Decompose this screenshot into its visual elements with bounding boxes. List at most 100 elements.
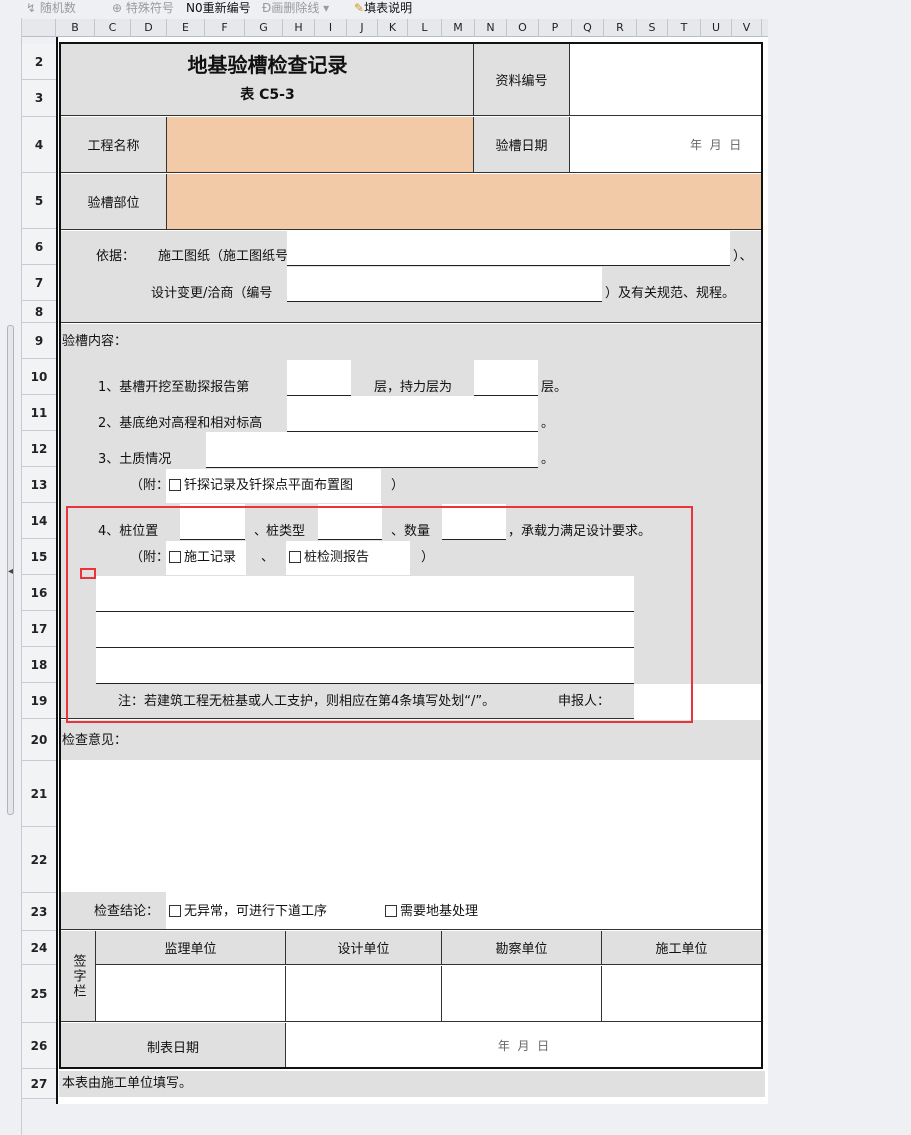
row-header-27[interactable]: 27	[22, 1069, 56, 1099]
column-header-J[interactable]: J	[347, 19, 378, 37]
sign-field-2[interactable]	[286, 966, 442, 1022]
row-header-17[interactable]: 17	[22, 611, 56, 647]
row-header-13[interactable]: 13	[22, 467, 56, 503]
column-header-Q[interactable]: Q	[572, 19, 604, 37]
drawing-number-underline	[287, 265, 730, 266]
row-header-9[interactable]: 9	[22, 323, 56, 359]
item3-text: 3、土质情况	[98, 452, 172, 467]
report-layer-field[interactable]	[287, 360, 351, 395]
attach2a-wrap[interactable]: 施工记录	[169, 550, 236, 566]
renumber-button[interactable]: N0重新编号	[186, 0, 251, 16]
row-header-19[interactable]: 19	[22, 683, 56, 719]
column-header-I[interactable]: I	[315, 19, 347, 37]
column-header-M[interactable]: M	[442, 19, 475, 37]
need-treatment-checkbox[interactable]	[385, 905, 397, 917]
row-header-10[interactable]: 10	[22, 359, 56, 395]
pile-position-underline	[180, 539, 245, 540]
row-header-5[interactable]: 5	[22, 173, 56, 229]
pile-type-field[interactable]	[318, 504, 382, 539]
row-header-8[interactable]: 8	[22, 301, 56, 323]
attach1-checkbox[interactable]	[169, 479, 181, 491]
random-number-button[interactable]: ↯ 随机数	[26, 0, 76, 16]
row-header-6[interactable]: 6	[22, 229, 56, 265]
sign-field-1[interactable]	[96, 966, 286, 1022]
row-header-4[interactable]: 4	[22, 117, 56, 173]
column-header-K[interactable]: K	[378, 19, 408, 37]
drawing-number-field[interactable]	[287, 231, 730, 265]
column-header-N[interactable]: N	[475, 19, 507, 37]
column-header-O[interactable]: O	[507, 19, 539, 37]
row-header-23[interactable]: 23	[22, 893, 56, 931]
column-header-V[interactable]: V	[732, 19, 762, 37]
pile-test-report-checkbox[interactable]	[289, 551, 301, 563]
item2-text: 2、基底绝对高程和相对标高	[98, 416, 263, 431]
row-header-16[interactable]: 16	[22, 575, 56, 611]
row-header-22[interactable]: 22	[22, 827, 56, 893]
applicant-field[interactable]	[634, 684, 761, 719]
sign-field-3[interactable]	[442, 966, 602, 1022]
notes-line-3	[96, 683, 634, 684]
collapse-arrow-icon[interactable]: ◂	[8, 566, 13, 577]
notes-line-1	[96, 611, 634, 612]
sign-header-4: 施工单位	[602, 931, 761, 965]
item1-bearing-label: 层，持力层为	[374, 380, 453, 395]
opinion-field[interactable]	[61, 760, 761, 891]
pile-notes-area[interactable]	[96, 576, 634, 683]
design-change-label: 设计变更/洽商（编号	[151, 286, 273, 301]
column-header-H[interactable]: H	[283, 19, 315, 37]
row-header-14[interactable]: 14	[22, 503, 56, 539]
pile-position-field[interactable]	[180, 504, 245, 539]
elevation-field[interactable]	[287, 396, 538, 431]
row-header-7[interactable]: 7	[22, 265, 56, 301]
conclusion-opt1-wrap[interactable]: 无异常，可进行下道工序	[169, 904, 327, 920]
fill-instructions-button[interactable]: ✎填表说明	[354, 0, 412, 16]
column-header-T[interactable]: T	[668, 19, 701, 37]
no-anomaly-checkbox[interactable]	[169, 905, 181, 917]
row-header-21[interactable]: 21	[22, 761, 56, 827]
soil-condition-field[interactable]	[206, 432, 538, 467]
attach1-checkbox-wrap[interactable]: 钎探记录及钎探点平面布置图	[169, 478, 353, 494]
column-header-E[interactable]: E	[167, 19, 205, 37]
column-header-C[interactable]: C	[95, 19, 131, 37]
row-header-3[interactable]: 3	[22, 80, 56, 117]
column-header-F[interactable]: F	[205, 19, 245, 37]
check-part-field[interactable]	[167, 174, 761, 230]
toolbar: ↯ 随机数 ⊕ 特殊符号 N0重新编号 Ð画删除线 ▾ ✎填表说明	[0, 0, 911, 18]
row-header-18[interactable]: 18	[22, 647, 56, 683]
column-header-S[interactable]: S	[637, 19, 668, 37]
check-date-label: 验槽日期	[474, 117, 570, 173]
column-header-U[interactable]: U	[701, 19, 732, 37]
item3-end: 。	[541, 452, 555, 467]
pile-type-underline	[318, 539, 382, 540]
sign-field-4[interactable]	[602, 966, 761, 1022]
dropdown-arrow-icon[interactable]: ▾	[323, 1, 329, 15]
conclusion-opt2-wrap[interactable]: 需要地基处理	[385, 904, 478, 920]
fill-instructions-label: 填表说明	[364, 1, 413, 15]
column-header-P[interactable]: P	[539, 19, 572, 37]
row-header-20[interactable]: 20	[22, 719, 56, 761]
row-header-15[interactable]: 15	[22, 539, 56, 575]
column-header-L[interactable]: L	[408, 19, 442, 37]
doc-no-field[interactable]	[570, 44, 761, 116]
construction-record-checkbox[interactable]	[169, 551, 181, 563]
strikethrough-label: 画删除线	[271, 1, 320, 15]
special-symbol-button[interactable]: ⊕ 特殊符号	[112, 0, 174, 16]
row-header-12[interactable]: 12	[22, 431, 56, 467]
pile-quantity-field[interactable]	[442, 504, 506, 539]
project-name-field[interactable]	[167, 117, 474, 173]
row-header-26[interactable]: 26	[22, 1023, 56, 1069]
corner-cell[interactable]	[22, 19, 56, 37]
bearing-layer-field[interactable]	[474, 360, 538, 395]
attach2b-wrap[interactable]: 桩检测报告	[289, 550, 369, 566]
active-cell-marker[interactable]	[80, 568, 96, 579]
column-header-B[interactable]: B	[56, 19, 95, 37]
row-header-24[interactable]: 24	[22, 931, 56, 965]
row-header-2[interactable]: 2	[22, 44, 56, 80]
column-header-D[interactable]: D	[131, 19, 167, 37]
column-header-R[interactable]: R	[604, 19, 637, 37]
design-change-field[interactable]	[287, 267, 602, 301]
strikethrough-button[interactable]: Ð画删除线 ▾	[262, 0, 329, 16]
row-header-25[interactable]: 25	[22, 965, 56, 1023]
row-header-11[interactable]: 11	[22, 395, 56, 431]
column-header-G[interactable]: G	[245, 19, 283, 37]
